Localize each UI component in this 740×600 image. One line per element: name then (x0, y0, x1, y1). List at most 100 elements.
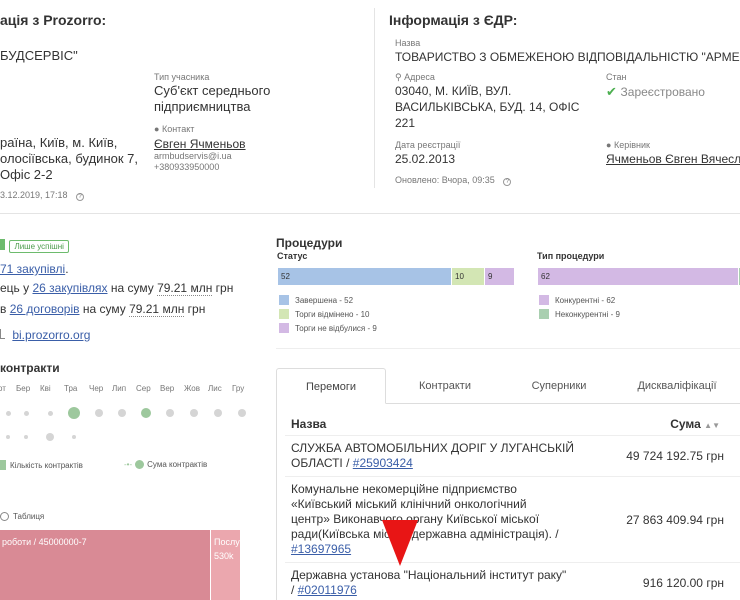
chart-dot[interactable] (6, 435, 10, 439)
swatch-blue (279, 295, 289, 305)
tab-disqualifications[interactable]: Дискваліфікації (614, 368, 740, 404)
edr-head-link[interactable]: Ячменьов Євген Вячесл (606, 151, 740, 167)
prozorro-section-title: ація з Prozorro: (0, 12, 107, 28)
type-legend-noncompetitive[interactable]: Неконкурентні - 9 (539, 309, 620, 319)
chart-dot[interactable] (23, 410, 29, 416)
chart-dot[interactable] (95, 409, 103, 417)
edr-address-label-row: ⚲ Адреса (395, 72, 435, 82)
row-divider (285, 476, 740, 477)
prozorro-updated: 3.12.2019, 17:18 ? (0, 190, 85, 201)
row-sum: 27 863 409.94 грн (626, 513, 724, 527)
edr-name-label: Назва (395, 38, 421, 48)
month-label: Тра (64, 384, 78, 393)
status-label: Статус (277, 251, 308, 261)
status-bars-segment[interactable]: 10 (452, 268, 484, 285)
treemap-main-block[interactable]: роботи / 45000000-7 (0, 530, 210, 600)
sort-icon[interactable]: ▲▼ (704, 421, 720, 430)
contracts-chart-title: контракти (0, 361, 60, 375)
chart-dot[interactable] (190, 409, 198, 417)
chart-dot[interactable] (24, 435, 28, 439)
status-bars-segment[interactable]: 52 (278, 268, 451, 285)
status-legend-completed[interactable]: Завершена - 52 (279, 295, 353, 305)
tabs-bar: Перемоги Контракти Суперники Дискваліфік… (276, 368, 740, 404)
type-legend-competitive[interactable]: Конкурентні - 62 (539, 295, 615, 305)
tender-id-link[interactable]: #13697965 (291, 542, 351, 556)
type-label: Тип процедури (537, 251, 605, 261)
contact-phone: +380933950000 (154, 162, 220, 172)
chart-dot[interactable] (72, 435, 76, 439)
edr-section-title: Інформація з ЄДР: (389, 12, 518, 28)
tender-id-link[interactable]: #25903424 (353, 456, 413, 470)
edr-state-label: Стан (606, 72, 627, 82)
legend-sum[interactable]: -•- Сума контрактів (124, 460, 207, 469)
edr-head-label-row: ● Керівник (606, 140, 650, 150)
status-legend-cancelled[interactable]: Торги відмінено - 10 (279, 309, 369, 319)
status-bars-segment[interactable]: 9 (485, 268, 514, 285)
wins-table: Назва Сума ▲▼ СЛУЖБА АВТОМОБІЛЬНИХ ДОРІГ… (276, 403, 740, 600)
bi-prozorro-link[interactable]: bi.prozorro.org (12, 328, 90, 342)
edr-name-value: ТОВАРИСТВО З ОБМЕЖЕНОЮ ВІДПОВІДАЛЬНІСТЮ … (395, 50, 740, 64)
edr-updated: Оновлено: Вчора, 09:35 ? (395, 175, 512, 186)
toggle-indicator (0, 239, 5, 251)
type-bars-segment[interactable]: 62 (538, 268, 738, 285)
horizontal-divider (0, 213, 740, 214)
treemap-side-block[interactable]: Послу 530k (211, 530, 240, 600)
chart-dot[interactable] (118, 409, 126, 417)
contact-label-row: ● Контакт (154, 124, 195, 134)
info-icon[interactable]: ? (503, 178, 512, 186)
col-name-header[interactable]: Назва (291, 417, 326, 431)
header-divider (285, 435, 740, 436)
table-toggle[interactable]: Таблиця (0, 512, 44, 521)
month-label: Гру (232, 384, 245, 393)
legend-count[interactable]: Кількість контрактів (0, 460, 83, 470)
check-icon: ✔ (606, 84, 617, 99)
info-icon[interactable]: ? (76, 193, 85, 201)
edr-state-row: ✔ Зареєстровано (606, 84, 705, 99)
month-label: Лип (112, 384, 127, 393)
summary-line-2: ець у 26 закупівлях на суму 79.21 млн гр… (0, 281, 234, 296)
month-label: Бер (16, 384, 31, 393)
tender-id-link[interactable]: #02011976 (298, 583, 357, 597)
participant-type-label: Тип учасника (154, 72, 210, 82)
tab-wins[interactable]: Перемоги (276, 368, 386, 404)
swatch-purple (279, 323, 289, 333)
won-procurements-link[interactable]: 26 закупівлях (32, 281, 107, 295)
summary-line-3: в 26 договорів на суму 79.21 млн грн (0, 302, 206, 317)
chart-dot[interactable] (238, 409, 246, 417)
month-label: Лис (208, 384, 222, 393)
edr-reg-date-value: 25.02.2013 (395, 152, 456, 166)
location-pin-icon: ⚲ (395, 72, 402, 82)
col-sum-header[interactable]: Сума ▲▼ (670, 417, 720, 431)
chart-dot[interactable] (5, 410, 11, 416)
sum-line-icon: -•- (124, 460, 133, 469)
chart-dot[interactable] (68, 407, 80, 419)
chart-icon (0, 329, 5, 339)
procurements-link[interactable]: 71 закупівлі (0, 262, 65, 276)
month-label: Кві (40, 384, 51, 393)
chart-dot[interactable] (47, 410, 53, 416)
chart-dot[interactable] (46, 433, 54, 441)
status-legend-failed[interactable]: Торги не відбулися - 9 (279, 323, 377, 333)
participant-type-value: Суб'єкт середнього підприємництва (154, 83, 271, 114)
edr-address-line-2: ВАСИЛЬКІВСЬКА, БУД. 14, ОФІС (395, 100, 580, 114)
month-label: Чер (89, 384, 104, 393)
company-name: БУДСЕРВІС" (0, 48, 78, 63)
contracts-link[interactable]: 26 договорів (10, 302, 80, 316)
person-icon: ● (606, 140, 612, 150)
contact-name-link[interactable]: Євген Ячменьов (154, 136, 246, 152)
contact-email: armbudservis@i.ua (154, 151, 232, 161)
count-swatch (0, 460, 6, 470)
row-sum: 49 724 192.75 грн (626, 449, 724, 463)
success-only-toggle[interactable]: Лише успішні (0, 236, 69, 254)
chart-dot[interactable] (214, 409, 222, 417)
chart-dot[interactable] (141, 408, 151, 418)
month-label: Жов (184, 384, 200, 393)
edr-address-line-3: 221 (395, 116, 416, 130)
radio-icon (0, 512, 9, 521)
person-icon: ● (154, 124, 160, 134)
tab-contracts[interactable]: Контракти (386, 368, 504, 404)
pointer-arrow-icon (382, 520, 418, 566)
tab-competitors[interactable]: Суперники (504, 368, 614, 404)
success-only-badge: Лише успішні (9, 240, 69, 253)
chart-dot[interactable] (166, 409, 174, 417)
